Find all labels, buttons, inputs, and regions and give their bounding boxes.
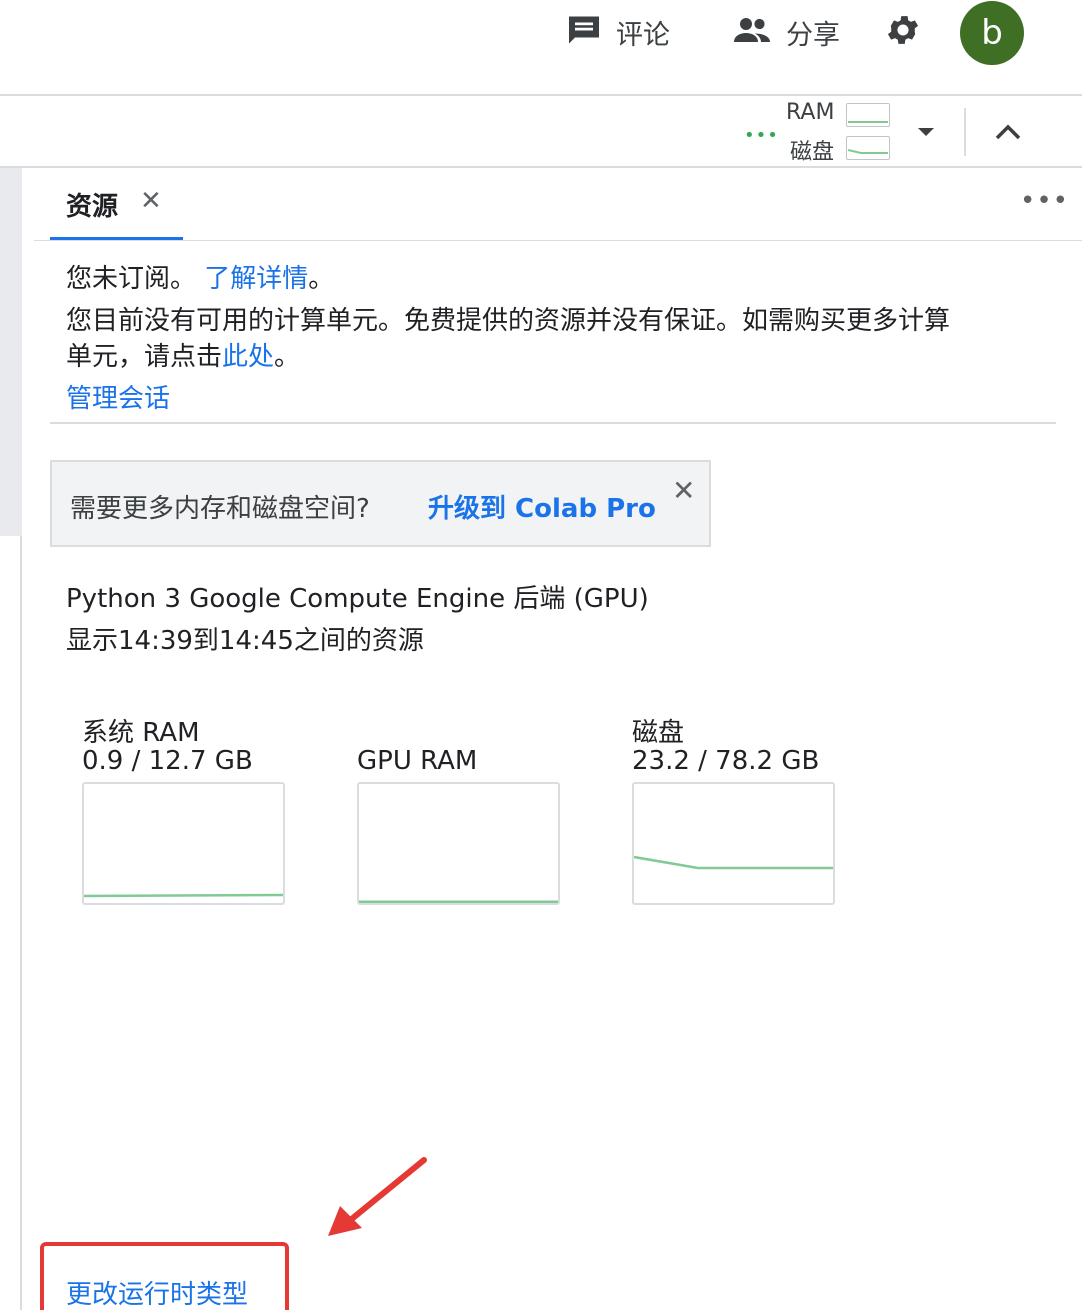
time-range-text: 显示14:39到14:45之间的资源 <box>66 626 424 656</box>
comment-button[interactable]: 评论 <box>566 10 670 54</box>
gear-icon <box>884 11 922 53</box>
section-divider <box>50 422 1056 424</box>
backend-description: Python 3 Google Compute Engine 后端 (GPU) <box>66 584 649 614</box>
manage-sessions-link[interactable]: 管理会话 <box>66 378 170 415</box>
subscription-status: 您未订阅。 了解详情。 <box>66 264 335 294</box>
share-button[interactable]: 分享 <box>732 10 840 54</box>
system-ram-usage: 0.9 / 12.7 GB <box>82 746 253 776</box>
disk-graph[interactable] <box>632 782 835 905</box>
comment-label: 评论 <box>616 19 670 51</box>
disk-title: 磁盘 <box>632 718 685 748</box>
share-label: 分享 <box>786 19 840 51</box>
upgrade-colab-pro-link[interactable]: 升级到 Colab Pro <box>428 488 656 525</box>
annotation-arrow-icon <box>318 1150 438 1244</box>
more-options-icon[interactable]: ••• <box>1020 186 1069 216</box>
system-ram-title: 系统 RAM <box>82 718 200 748</box>
avatar[interactable]: b <box>960 1 1024 65</box>
gpu-ram-title: GPU RAM <box>357 746 478 776</box>
tab-resources[interactable]: 资源 <box>66 186 118 223</box>
left-gutter-scroll[interactable] <box>0 168 22 536</box>
compute-units-text: 您目前没有可用的计算单元。免费提供的资源并没有保证。如需购买更多计算 <box>66 306 951 336</box>
toolbar-disk-graph[interactable] <box>846 136 890 160</box>
upgrade-banner-text: 需要更多内存和磁盘空间? <box>70 494 370 524</box>
compute-units-text-2: 单元，请点击此处。 <box>66 342 301 372</box>
toolbar-divider <box>964 108 966 156</box>
gpu-ram-graph[interactable] <box>357 782 560 905</box>
tabs-divider <box>34 240 1082 241</box>
comment-icon <box>566 12 602 52</box>
toolbar-ram-graph[interactable] <box>846 103 890 127</box>
connected-dots-icon: ••• <box>744 125 779 146</box>
buy-here-link[interactable]: 此处 <box>222 342 274 372</box>
resource-dropdown-icon[interactable] <box>914 120 938 148</box>
upgrade-banner: 需要更多内存和磁盘空间? 升级到 Colab Pro ✕ <box>50 460 711 547</box>
system-ram-graph[interactable] <box>82 782 285 905</box>
disk-usage: 23.2 / 78.2 GB <box>632 746 820 776</box>
change-runtime-type-link[interactable]: 更改运行时类型 <box>66 1274 248 1310</box>
toolbar-ram-label: RAM <box>786 100 835 125</box>
toolbar-disk-label: 磁盘 <box>790 140 835 165</box>
banner-close-icon[interactable]: ✕ <box>672 474 695 507</box>
settings-button[interactable] <box>884 10 922 54</box>
tab-close-icon[interactable]: ✕ <box>140 186 162 216</box>
people-icon <box>732 12 772 52</box>
learn-more-link[interactable]: 了解详情 <box>204 264 308 294</box>
chevron-up-icon[interactable] <box>992 118 1024 150</box>
top-header: 评论 分享 b <box>0 0 1082 96</box>
